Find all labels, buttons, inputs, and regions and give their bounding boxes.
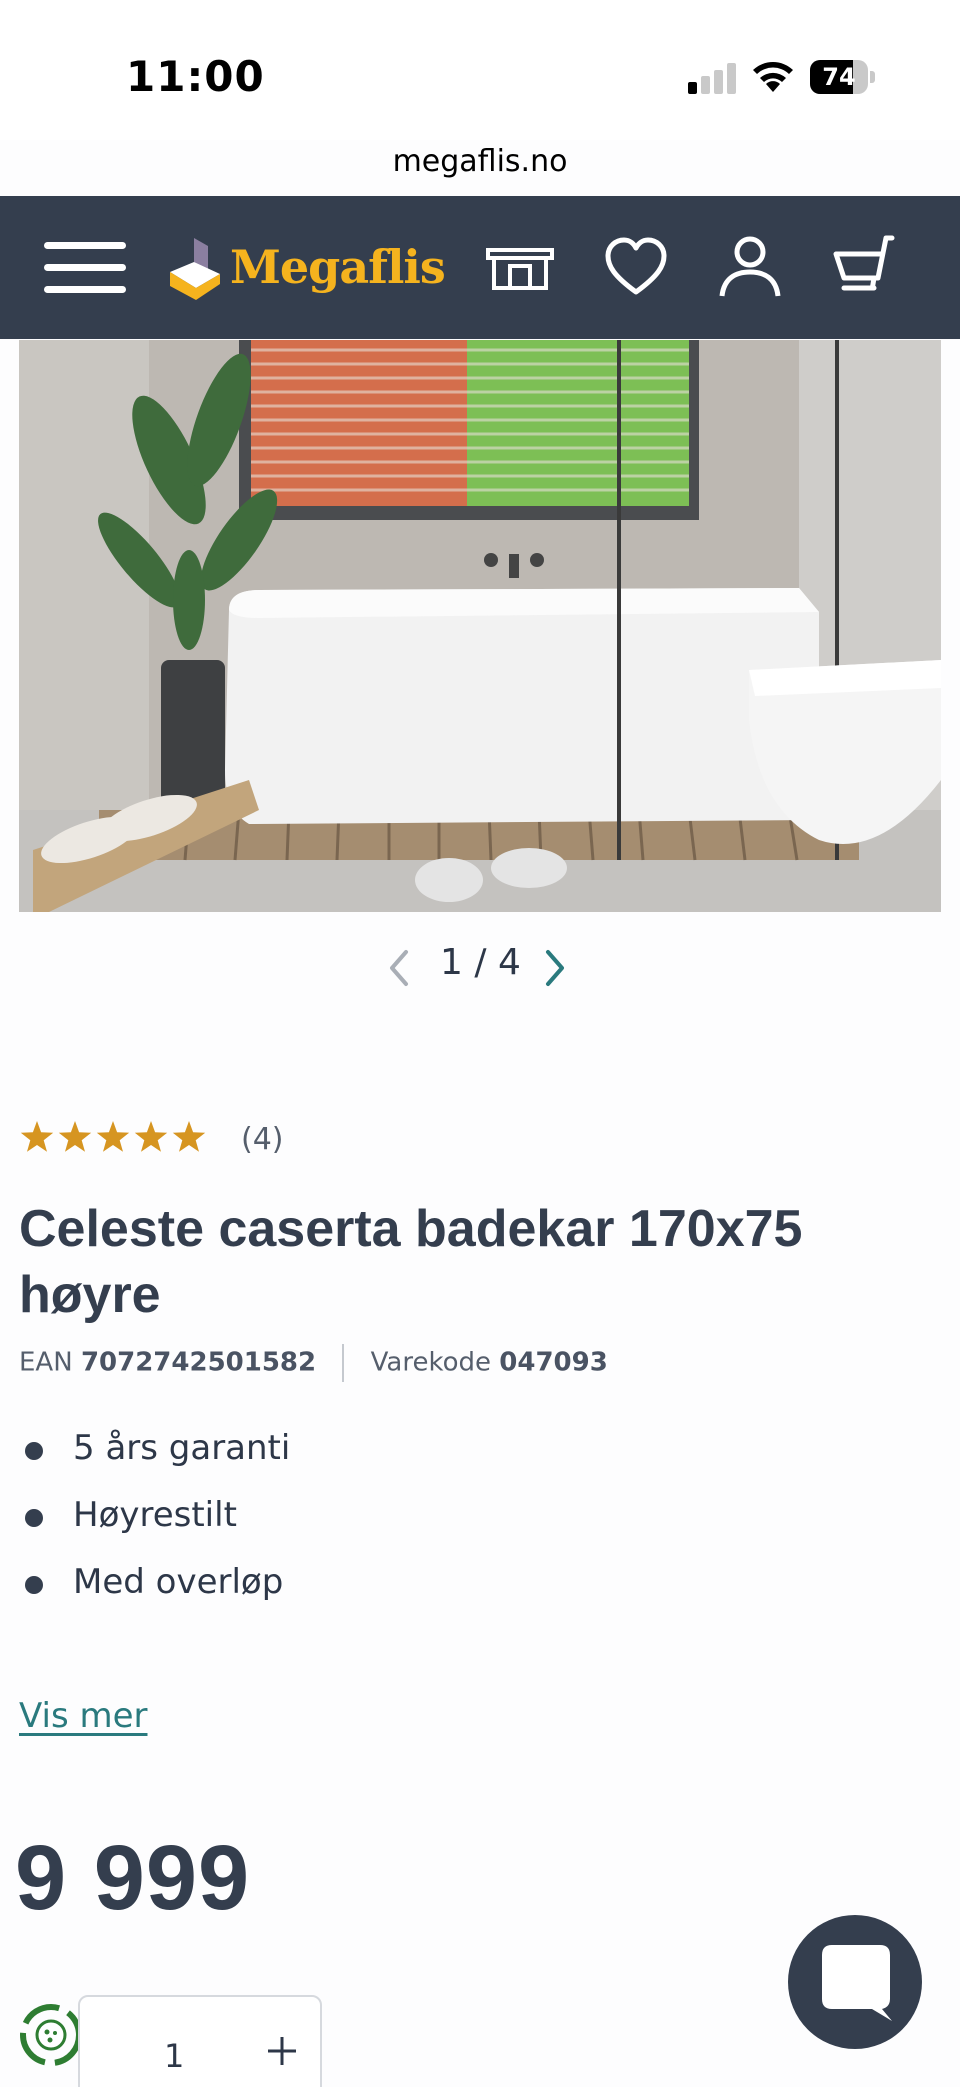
feature-list: 5 års garanti Høyrestilt Med overløp bbox=[19, 1428, 290, 1629]
status-time: 11:00 bbox=[126, 52, 265, 101]
quantity-stepper[interactable]: 1 bbox=[78, 1995, 322, 2087]
feature-item: Høyrestilt bbox=[19, 1495, 290, 1562]
battery-icon: 74 bbox=[810, 60, 875, 94]
show-more-link[interactable]: Vis mer bbox=[19, 1696, 148, 1736]
star-icon bbox=[20, 1121, 54, 1152]
product-codes: EAN 7072742501582 Varekode 047093 bbox=[19, 1344, 608, 1382]
page: 11:00 74 megaflis.no Megaflis 1 / 4 (4) … bbox=[0, 0, 960, 2087]
ean-value: 7072742501582 bbox=[80, 1347, 317, 1378]
bathroom-illustration bbox=[19, 340, 941, 912]
site-header: Megaflis bbox=[0, 196, 960, 339]
logo-mark-icon bbox=[170, 238, 220, 300]
browser-url[interactable]: megaflis.no bbox=[0, 144, 960, 179]
user-icon[interactable] bbox=[714, 232, 786, 304]
rating-count: (4) bbox=[241, 1122, 284, 1157]
site-logo[interactable]: Megaflis bbox=[168, 232, 448, 308]
sku-label: Varekode bbox=[370, 1347, 492, 1378]
recycle-badge-icon[interactable] bbox=[18, 2002, 84, 2068]
wifi-icon bbox=[753, 62, 793, 92]
product-image[interactable] bbox=[19, 340, 941, 912]
product-price: 9 999 bbox=[15, 1827, 251, 1929]
chat-bubble-icon bbox=[822, 1945, 892, 2021]
star-icon bbox=[96, 1121, 130, 1152]
divider bbox=[342, 1344, 345, 1382]
plus-icon[interactable] bbox=[266, 2031, 298, 2071]
heart-icon[interactable] bbox=[600, 232, 672, 304]
star-icon bbox=[134, 1121, 168, 1152]
feature-item: Med overløp bbox=[19, 1562, 290, 1629]
pager-count: 1 / 4 bbox=[440, 942, 521, 983]
feature-item: 5 års garanti bbox=[19, 1428, 290, 1495]
product-title: Celeste caserta badekar 170x75 høyre bbox=[19, 1200, 803, 1324]
chevron-left-icon[interactable] bbox=[384, 946, 414, 990]
showroom-icon[interactable] bbox=[484, 232, 556, 304]
status-bar: 11:00 74 megaflis.no bbox=[0, 0, 960, 179]
ean-label: EAN bbox=[19, 1347, 73, 1378]
logo-text: Megaflis bbox=[230, 240, 446, 294]
star-icon bbox=[172, 1121, 206, 1152]
menu-icon[interactable] bbox=[44, 238, 128, 298]
sku-value: 047093 bbox=[499, 1347, 608, 1378]
star-rating bbox=[20, 1121, 206, 1152]
cellular-signal-icon bbox=[688, 63, 736, 94]
chat-button[interactable] bbox=[788, 1915, 922, 2049]
star-icon bbox=[58, 1121, 92, 1152]
battery-percent: 74 bbox=[822, 63, 856, 91]
chevron-right-icon[interactable] bbox=[540, 946, 570, 990]
quantity-value[interactable]: 1 bbox=[164, 2037, 184, 2075]
cart-icon[interactable] bbox=[830, 232, 902, 304]
image-pager: 1 / 4 bbox=[0, 940, 960, 1000]
